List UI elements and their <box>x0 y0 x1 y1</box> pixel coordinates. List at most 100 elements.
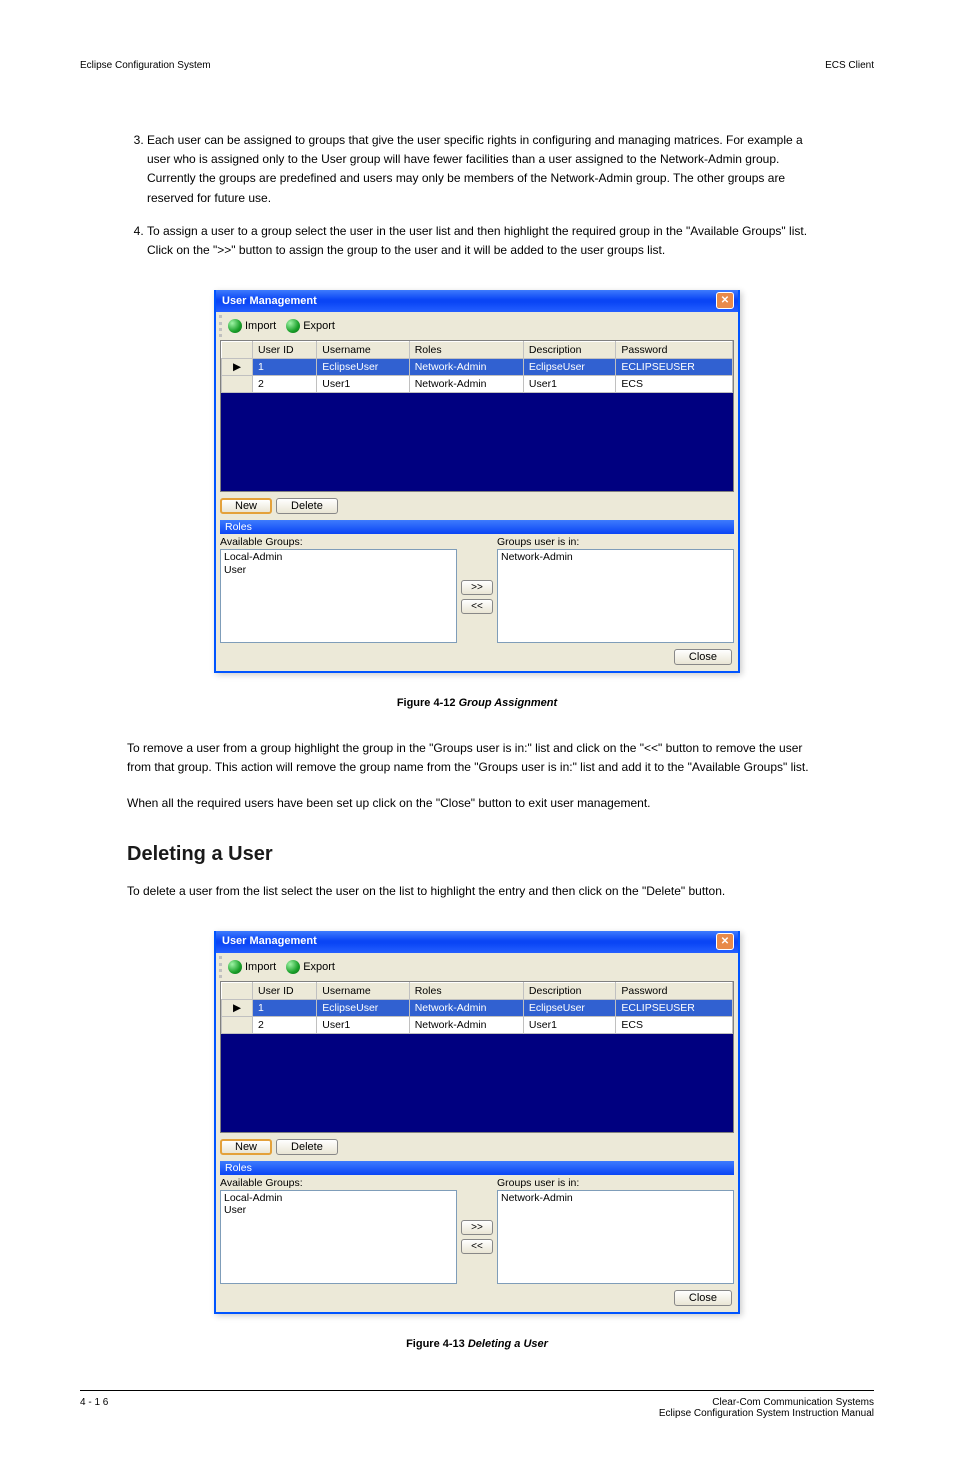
user-grid[interactable]: User ID Username Roles Description Passw… <box>220 981 734 1133</box>
assigned-groups-list[interactable]: Network-Admin <box>497 1190 734 1284</box>
table-cell[interactable]: User1 <box>523 1016 615 1033</box>
row-indicator <box>222 1016 253 1033</box>
table-cell[interactable]: Network-Admin <box>409 376 523 393</box>
col-password[interactable]: Password <box>616 982 733 999</box>
col-userid[interactable]: User ID <box>253 342 317 359</box>
delete-button[interactable]: Delete <box>276 498 338 514</box>
available-groups-list[interactable]: Local-AdminUser <box>220 549 457 643</box>
page-header: Eclipse Configuration System ECS Client <box>80 60 874 71</box>
col-username[interactable]: Username <box>317 982 409 999</box>
new-button[interactable]: New <box>220 498 272 514</box>
step-4: To assign a user to a group select the u… <box>147 222 827 260</box>
dialog-title: User Management <box>222 935 317 947</box>
figure-caption-2: Figure 4-13 Deleting a User <box>80 1338 874 1350</box>
table-cell[interactable]: 2 <box>253 1016 317 1033</box>
table-cell[interactable]: Network-Admin <box>409 1016 523 1033</box>
globe-icon <box>228 960 242 974</box>
assigned-label: Groups user is in: <box>497 536 734 548</box>
figure-text: Deleting a User <box>468 1338 548 1350</box>
footer-left: 4 - 1 6 <box>80 1397 108 1419</box>
import-button[interactable]: Import <box>228 319 276 333</box>
add-group-button[interactable]: >> <box>461 1220 493 1235</box>
table-cell[interactable]: 1 <box>253 999 317 1016</box>
available-label: Available Groups: <box>220 1177 457 1189</box>
add-group-button[interactable]: >> <box>461 580 493 595</box>
globe-icon <box>286 960 300 974</box>
table-cell[interactable]: ECLIPSEUSER <box>616 999 733 1016</box>
table-cell[interactable]: User1 <box>317 376 409 393</box>
table-cell[interactable]: ECS <box>616 376 733 393</box>
table-row[interactable]: 2User1Network-AdminUser1ECS <box>222 376 733 393</box>
import-button[interactable]: Import <box>228 960 276 974</box>
col-description[interactable]: Description <box>523 342 615 359</box>
section-title: Deleting a User <box>127 843 827 866</box>
col-description[interactable]: Description <box>523 982 615 999</box>
grid-empty-area <box>221 393 733 491</box>
header-left: Eclipse Configuration System <box>80 60 211 71</box>
list-item[interactable]: Local-Admin <box>224 551 453 564</box>
figure-text: Group Assignment <box>459 697 558 709</box>
table-cell[interactable]: EclipseUser <box>523 999 615 1016</box>
import-label: Import <box>245 961 276 973</box>
dialog-title: User Management <box>222 295 317 307</box>
export-label: Export <box>303 320 335 332</box>
col-roles[interactable]: Roles <box>409 982 523 999</box>
table-cell[interactable]: 1 <box>253 359 317 376</box>
close-icon[interactable]: ✕ <box>716 933 734 950</box>
table-row[interactable]: ▶1EclipseUserNetwork-AdminEclipseUserECL… <box>222 359 733 376</box>
export-button[interactable]: Export <box>286 319 335 333</box>
titlebar: User Management ✕ <box>216 931 738 953</box>
table-cell[interactable]: User1 <box>317 1016 409 1033</box>
globe-icon <box>286 319 300 333</box>
corner-cell <box>222 982 253 999</box>
col-userid[interactable]: User ID <box>253 982 317 999</box>
row-indicator: ▶ <box>222 999 253 1016</box>
toolbar: Import Export <box>219 956 735 978</box>
list-item[interactable]: User <box>224 1204 453 1217</box>
close-icon[interactable]: ✕ <box>716 292 734 309</box>
available-groups-list[interactable]: Local-AdminUser <box>220 1190 457 1284</box>
delete-button[interactable]: Delete <box>276 1139 338 1155</box>
step-3: Each user can be assigned to groups that… <box>147 131 827 208</box>
user-grid[interactable]: User ID Username Roles Description Passw… <box>220 340 734 492</box>
list-item[interactable]: User <box>224 564 453 577</box>
close-button[interactable]: Close <box>674 649 732 665</box>
table-cell[interactable]: Network-Admin <box>409 999 523 1016</box>
table-cell[interactable]: 2 <box>253 376 317 393</box>
section-text: To delete a user from the list select th… <box>127 882 827 901</box>
new-button[interactable]: New <box>220 1139 272 1155</box>
import-label: Import <box>245 320 276 332</box>
export-button[interactable]: Export <box>286 960 335 974</box>
table-cell[interactable]: Network-Admin <box>409 359 523 376</box>
col-username[interactable]: Username <box>317 342 409 359</box>
row-indicator: ▶ <box>222 359 253 376</box>
grid-empty-area <box>221 1034 733 1132</box>
globe-icon <box>228 319 242 333</box>
list-item[interactable]: Local-Admin <box>224 1192 453 1205</box>
assigned-groups-list[interactable]: Network-Admin <box>497 549 734 643</box>
table-cell[interactable]: EclipseUser <box>317 359 409 376</box>
roles-header: Roles <box>220 1161 734 1175</box>
table-cell[interactable]: EclipseUser <box>523 359 615 376</box>
col-password[interactable]: Password <box>616 342 733 359</box>
table-cell[interactable]: EclipseUser <box>317 999 409 1016</box>
list-item[interactable]: Network-Admin <box>501 551 730 564</box>
roles-header: Roles <box>220 520 734 534</box>
toolbar: Import Export <box>219 315 735 337</box>
table-cell[interactable]: ECLIPSEUSER <box>616 359 733 376</box>
after-p1: To remove a user from a group highlight … <box>127 739 827 777</box>
table-row[interactable]: 2User1Network-AdminUser1ECS <box>222 1016 733 1033</box>
figure-num: Figure 4-12 <box>397 697 456 709</box>
col-roles[interactable]: Roles <box>409 342 523 359</box>
assigned-label: Groups user is in: <box>497 1177 734 1189</box>
table-cell[interactable]: User1 <box>523 376 615 393</box>
header-right: ECS Client <box>825 60 874 71</box>
close-button[interactable]: Close <box>674 1290 732 1306</box>
export-label: Export <box>303 961 335 973</box>
list-item[interactable]: Network-Admin <box>501 1192 730 1205</box>
remove-group-button[interactable]: << <box>461 1239 493 1254</box>
remove-group-button[interactable]: << <box>461 599 493 614</box>
table-cell[interactable]: ECS <box>616 1016 733 1033</box>
table-row[interactable]: ▶1EclipseUserNetwork-AdminEclipseUserECL… <box>222 999 733 1016</box>
grid-header-row: User ID Username Roles Description Passw… <box>222 342 733 359</box>
